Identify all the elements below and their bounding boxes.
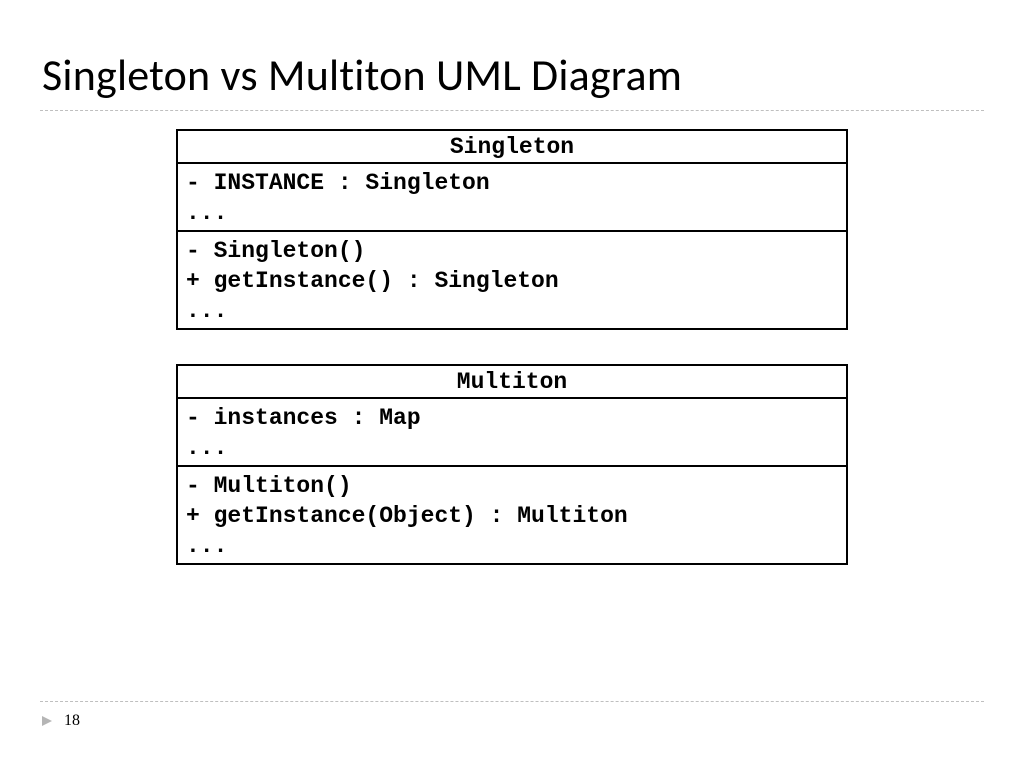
uml-class-multiton: Multiton - instances : Map ... - Multito… xyxy=(176,364,848,565)
arrow-right-icon xyxy=(40,714,54,728)
uml-method: - Singleton() xyxy=(186,236,838,266)
uml-attribute: ... xyxy=(186,198,838,228)
uml-class-name: Multiton xyxy=(178,366,846,399)
uml-attribute: - INSTANCE : Singleton xyxy=(186,168,838,198)
uml-method: ... xyxy=(186,296,838,326)
uml-method: - Multiton() xyxy=(186,471,838,501)
footer-rule xyxy=(40,701,984,702)
uml-attributes: - INSTANCE : Singleton ... xyxy=(178,164,846,230)
uml-class-singleton: Singleton - INSTANCE : Singleton ... - S… xyxy=(176,129,848,330)
uml-attributes: - instances : Map ... xyxy=(178,399,846,465)
uml-methods: - Multiton() + getInstance(Object) : Mul… xyxy=(178,465,846,563)
uml-attribute: - instances : Map xyxy=(186,403,838,433)
slide-footer: 18 xyxy=(40,701,984,730)
uml-method: + getInstance(Object) : Multiton xyxy=(186,501,838,531)
page-number: 18 xyxy=(64,712,80,730)
page-number-row: 18 xyxy=(40,712,984,730)
uml-method: ... xyxy=(186,531,838,561)
slide: Singleton vs Multiton UML Diagram Single… xyxy=(0,0,1024,768)
uml-methods: - Singleton() + getInstance() : Singleto… xyxy=(178,230,846,328)
diagram-area: Singleton - INSTANCE : Singleton ... - S… xyxy=(40,111,984,565)
uml-class-name: Singleton xyxy=(178,131,846,164)
uml-attribute: ... xyxy=(186,433,838,463)
uml-method: + getInstance() : Singleton xyxy=(186,266,838,296)
page-title: Singleton vs Multiton UML Diagram xyxy=(42,48,984,102)
